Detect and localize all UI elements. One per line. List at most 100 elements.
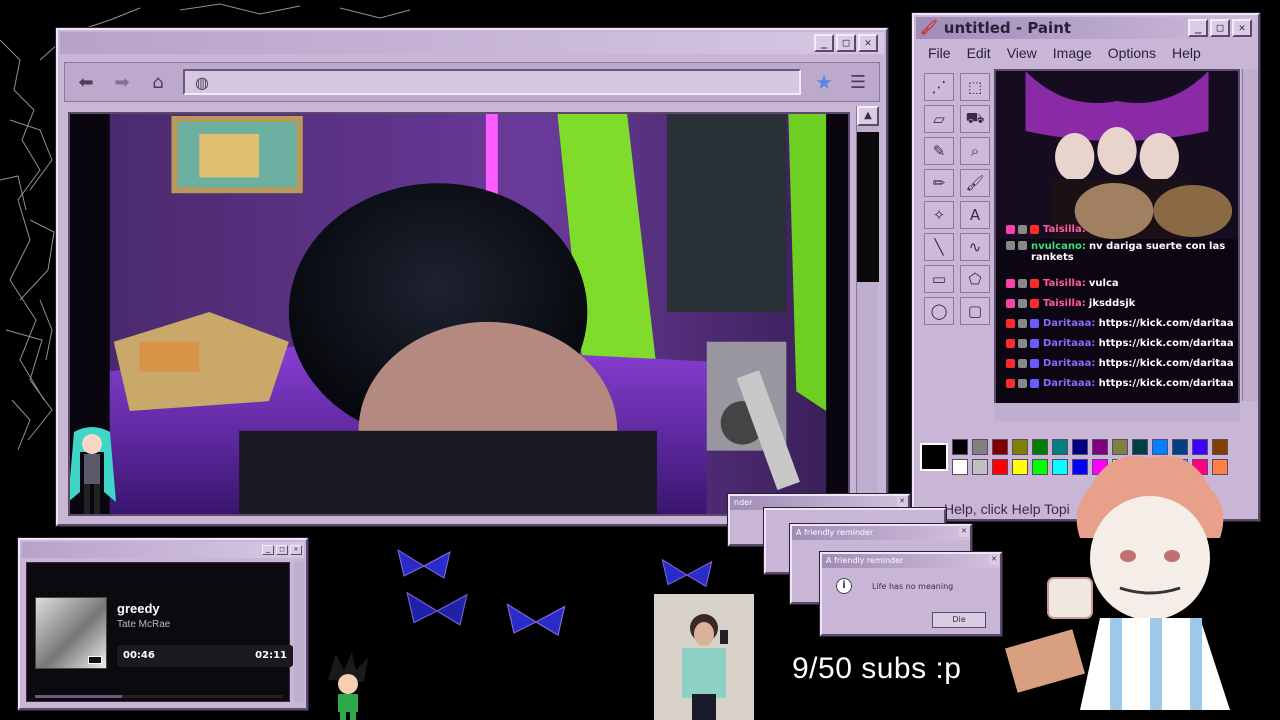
close-icon[interactable]: ✕ [959,527,969,537]
paint-window: 🖌 untitled - Paint _ □ ✕ File Edit View … [912,13,1260,521]
chat-badge-icon [1006,298,1015,308]
picker-icon[interactable]: ✎ [924,137,954,165]
chat-message: Taisilla: jksddsjk [1006,293,1230,313]
chat-badge-icon [1006,378,1015,388]
hamburger-icon[interactable]: ☰ [847,72,869,93]
curve-icon[interactable]: ∿ [960,233,990,261]
scroll-thumb[interactable] [857,132,879,282]
chat-username[interactable]: Taisilla: [1043,278,1086,289]
free-select-icon[interactable]: ⋰ [924,73,954,101]
arrow-left-icon[interactable]: ⬅ [75,72,97,93]
magnifier-icon[interactable]: ⌕ [960,137,990,165]
chat-badge-icon [1006,224,1015,234]
minimize-button[interactable]: _ [814,34,834,52]
chat-text: Daritaaa: https://kick.com/daritaa [1043,358,1234,369]
die-button[interactable]: Die [932,612,986,628]
player-minimize-button[interactable]: _ [262,545,274,555]
now-playing-panel: greedy Tate McRae 00:46 02:11 [26,562,293,702]
browser-titlebar: _ □ ✕ [60,32,884,54]
browser-scrollbar[interactable]: ▲ [856,106,879,518]
address-bar[interactable]: ◍ [183,69,802,95]
globe-icon: ◍ [195,72,209,92]
eraser-icon[interactable]: ▱ [924,105,954,133]
music-player-window: _ □ ✕ greedy Tate McRae 00:46 02:11 [18,538,308,710]
menu-image[interactable]: Image [1045,43,1100,65]
chat-username[interactable]: nvulcano: [1031,241,1086,252]
paint-app-icon: 🖌 [920,20,938,36]
rounded-rect-icon[interactable]: ▢ [960,297,990,325]
chat-username[interactable]: Daritaaa: [1043,358,1095,369]
close-icon[interactable]: ✕ [897,497,907,507]
arrow-right-icon[interactable]: ➡ [111,72,133,93]
info-icon: i [836,578,852,594]
miku-sticker [70,427,116,514]
player-scrollbar[interactable] [294,562,304,702]
player-maximize-button[interactable]: □ [276,545,288,555]
chat-username[interactable]: Taisilla: [1043,224,1086,235]
chat-message-text: https://kick.com/daritaa [1098,337,1234,349]
star-icon[interactable]: ★ [815,70,833,94]
chat-text: Daritaaa: https://kick.com/daritaa [1043,338,1234,349]
chat-badge-icon [1030,378,1039,388]
menu-help[interactable]: Help [1164,43,1209,65]
parental-advisory-label [88,656,102,664]
close-icon[interactable]: ✕ [989,555,999,565]
badge-group [1006,298,1039,308]
rectangle-icon[interactable]: ▭ [924,265,954,293]
polygon-icon[interactable]: ⬠ [960,265,990,293]
chat-badge-icon [1030,298,1039,308]
palette-color-swatch[interactable] [972,439,988,455]
ellipse-icon[interactable]: ◯ [924,297,954,325]
time-bar: 00:46 02:11 [117,645,293,667]
chat-badge-icon [1006,278,1015,288]
chat-message: nvulcano: nv dariga suerte con las ranke… [1006,239,1230,273]
line-icon[interactable]: ╲ [924,233,954,261]
paint-minimize-button[interactable]: _ [1188,19,1208,37]
reminder-popup: A friendly reminder ✕ i Life has no meani… [820,552,1002,636]
chat-username[interactable]: Daritaaa: [1043,318,1095,329]
chat-badge-icon [1018,358,1027,368]
playback-progress[interactable] [35,695,283,698]
text-icon[interactable]: A [960,201,990,229]
palette-color-swatch[interactable] [952,459,968,475]
chat-text: Taisilla: jksddsjk [1043,298,1135,309]
paint-maximize-button[interactable]: □ [1210,19,1230,37]
butterfly-icon [506,603,566,637]
menu-view[interactable]: View [999,43,1045,65]
chat-username[interactable]: Daritaaa: [1043,338,1095,349]
palette-color-swatch[interactable] [952,439,968,455]
menu-edit[interactable]: Edit [959,43,999,65]
airbrush-icon[interactable]: ✧ [924,201,954,229]
chat-badge-icon [1018,298,1027,308]
paint-close-button[interactable]: ✕ [1232,19,1252,37]
current-color [920,443,948,471]
chat-username[interactable]: Taisilla: [1043,298,1086,309]
chat-badge-icon [1030,224,1039,234]
paint-canvas[interactable]: Taisilla: nvulcano: nv dariga suerte con… [994,69,1240,421]
chat-username[interactable]: Daritaaa: [1043,378,1095,389]
paint-vscroll[interactable] [1242,69,1258,401]
menu-options[interactable]: Options [1100,43,1164,65]
palette-color-swatch[interactable] [972,459,988,475]
fill-icon[interactable]: ⛟ [960,105,990,133]
brush-icon[interactable]: 🖌 [960,169,990,197]
chat-badge-icon [1006,358,1015,368]
anime-character-sticker [1005,456,1230,710]
badge-group [1006,224,1039,234]
pencil-icon[interactable]: ✏ [924,169,954,197]
badge-group [1006,358,1039,368]
chat-badge-icon [1018,378,1027,388]
chat-badge-icon [1006,318,1015,328]
artist-name: Tate McRae [117,619,171,630]
chat-message: Daritaaa: https://kick.com/daritaa [1006,353,1234,373]
player-close-button[interactable]: ✕ [290,545,302,555]
paint-hscroll[interactable] [994,403,1240,421]
close-button[interactable]: ✕ [858,34,878,52]
scroll-up-button[interactable]: ▲ [857,106,879,126]
menu-file[interactable]: File [920,43,959,65]
rect-select-icon[interactable]: ⬚ [960,73,990,101]
maximize-button[interactable]: □ [836,34,856,52]
chat-badge-icon [1006,338,1015,348]
home-icon[interactable]: ⌂ [147,72,169,93]
selfie-photo-image [654,594,754,720]
